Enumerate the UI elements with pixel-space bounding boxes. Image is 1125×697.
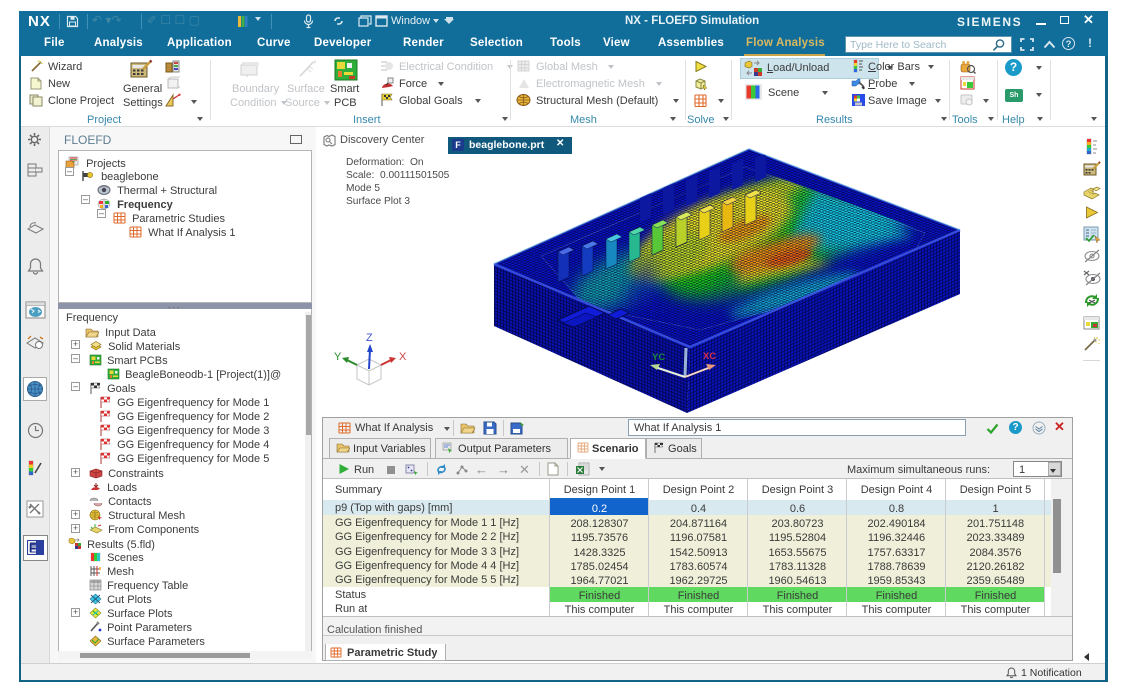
svg-text:X: X [399, 351, 407, 363]
svg-text:XC: XC [703, 351, 716, 362]
svg-text:F: F [29, 541, 36, 555]
svg-text:Z: Z [366, 332, 373, 344]
svg-text:Y: Y [334, 351, 342, 363]
svg-text:YC: YC [652, 352, 665, 363]
